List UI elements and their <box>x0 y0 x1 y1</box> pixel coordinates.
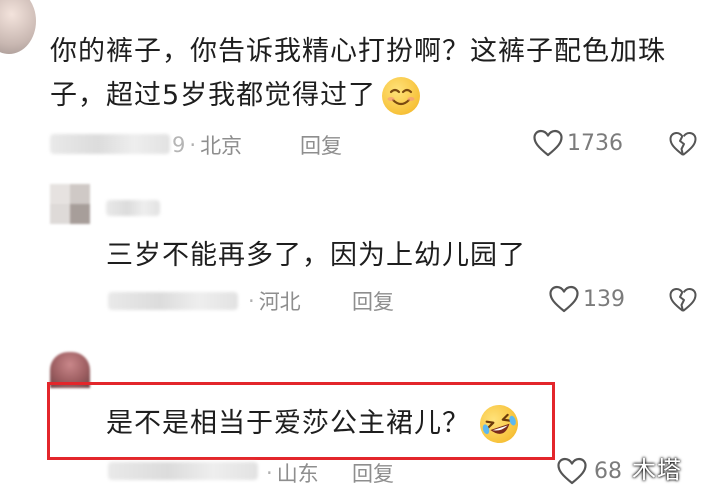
rolling-laughing-face-icon <box>475 400 523 448</box>
user2-name-redacted <box>106 200 160 216</box>
comment3-like-count: 68 <box>594 458 622 484</box>
avatar-user1[interactable] <box>0 0 36 54</box>
comment1-text: 你的裤子，你告诉我精心打扮啊？这裤子配色加珠 子，超过5岁我都觉得过了 <box>50 30 700 118</box>
comment2-text: 三岁不能再多了，因为上幼儿园了 <box>106 240 526 271</box>
comment2-location: 河北 <box>258 290 301 314</box>
comment2-like-button[interactable]: 139 <box>548 284 625 314</box>
comment3-meta: · 山东 <box>262 458 319 488</box>
comment1-dislike-button[interactable] <box>668 130 698 162</box>
comment3-text-row: 是不是相当于爱莎公主裙儿？ <box>106 400 523 448</box>
comment1-date-redacted <box>50 134 170 154</box>
comment2-date-redacted <box>108 292 238 310</box>
comment2-reply-button[interactable]: 回复 <box>352 286 394 316</box>
smiling-face-icon <box>382 77 421 115</box>
comment3-location: 山东 <box>276 462 319 486</box>
comment2-meta: · 河北 <box>244 286 301 316</box>
comment1-location: 北京 <box>200 134 243 158</box>
comment1-reply-button[interactable]: 回复 <box>300 130 342 160</box>
comment2-dislike-button[interactable] <box>668 286 698 318</box>
comment1-line1: 你的裤子，你告诉我精心打扮啊？这裤子配色加珠 <box>50 36 666 67</box>
heart-icon <box>557 457 587 485</box>
comment1-like-button[interactable]: 1736 <box>532 128 623 158</box>
comment1-line2: 子，超过5岁我都觉得过了 <box>50 80 377 111</box>
comment1-meta: 9 · 北京 <box>172 130 242 160</box>
heart-icon <box>533 129 563 157</box>
comment3-date-redacted <box>108 462 258 480</box>
avatar-user2[interactable] <box>50 184 90 224</box>
broken-heart-icon <box>669 132 697 156</box>
heart-icon <box>549 285 579 313</box>
comment3-like-button[interactable]: 68 <box>556 456 622 486</box>
comment3-text: 是不是相当于爱莎公主裙儿？ <box>106 408 470 439</box>
comment1-like-count: 1736 <box>567 130 623 156</box>
broken-heart-icon <box>669 288 697 312</box>
comment3-reply-button[interactable]: 回复 <box>352 458 394 488</box>
comment1-date-partial: 9 <box>172 133 186 157</box>
comment2-like-count: 139 <box>583 286 625 312</box>
watermark: 木塔 <box>632 456 682 484</box>
